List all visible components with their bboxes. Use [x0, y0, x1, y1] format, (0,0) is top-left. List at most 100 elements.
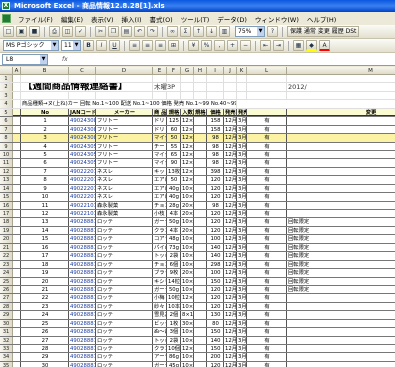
cell[interactable]: 1: [21, 117, 69, 125]
cell[interactable]: 3月14日: [237, 269, 247, 277]
cell[interactable]: 2個: [167, 311, 181, 319]
cell[interactable]: 120: [207, 193, 224, 201]
cell[interactable]: 12月: [224, 184, 237, 193]
cell[interactable]: 4902888134055: [69, 311, 96, 319]
cell[interactable]: 12×1: [181, 117, 194, 125]
cell[interactable]: 12月: [224, 336, 237, 344]
cell[interactable]: [13, 75, 21, 83]
cell[interactable]: 12月: [224, 142, 237, 150]
cell[interactable]: 回転限定: [287, 278, 395, 285]
cell[interactable]: 98: [207, 142, 224, 150]
cell[interactable]: [287, 311, 395, 318]
cell[interactable]: 40g: [167, 184, 181, 193]
cell[interactable]: 4902220168504: [69, 184, 96, 193]
cell[interactable]: [13, 150, 21, 159]
cell[interactable]: [194, 345, 207, 353]
cell[interactable]: [194, 159, 207, 167]
row-header[interactable]: 24: [0, 269, 13, 277]
cell[interactable]: [194, 294, 207, 302]
cell[interactable]: [287, 134, 395, 142]
cell[interactable]: [167, 75, 181, 83]
cell[interactable]: 3月14日: [237, 252, 247, 260]
cell[interactable]: 木曜3P: [153, 83, 181, 91]
italic-button[interactable]: I: [96, 40, 107, 51]
cell[interactable]: 100: [207, 269, 224, 277]
row-header[interactable]: 13: [0, 176, 13, 184]
cell[interactable]: 2袋: [167, 252, 181, 260]
cell[interactable]: 55: [167, 142, 181, 150]
cell[interactable]: [13, 336, 21, 344]
cell[interactable]: [194, 184, 207, 193]
cell[interactable]: 14粒: [167, 277, 181, 285]
cell[interactable]: 12月: [224, 252, 237, 260]
cell[interactable]: 158: [207, 117, 224, 125]
cell[interactable]: 12月: [224, 218, 237, 226]
cell[interactable]: 3月21日: [237, 319, 247, 328]
hyperlink-icon[interactable]: ∞: [167, 26, 178, 37]
cell[interactable]: 20×1: [181, 269, 194, 277]
cell[interactable]: [237, 75, 247, 83]
cell[interactable]: [287, 303, 395, 310]
menu-view[interactable]: 表示(V): [87, 14, 118, 24]
cell[interactable]: [287, 126, 395, 133]
cell[interactable]: [287, 168, 395, 175]
cell[interactable]: 10×12: [181, 193, 194, 201]
row-header[interactable]: 4: [0, 100, 13, 108]
merge-center-icon[interactable]: ⊞: [168, 40, 179, 51]
row-header[interactable]: 14: [0, 184, 13, 193]
cell[interactable]: フリトー: [96, 159, 153, 167]
cell[interactable]: 有: [247, 176, 287, 184]
cell[interactable]: 73g: [167, 243, 181, 252]
cell[interactable]: [247, 108, 287, 117]
cell[interactable]: 有: [247, 150, 287, 159]
zoom-select[interactable]: 75% ▼: [235, 26, 265, 37]
cell[interactable]: 有: [247, 361, 287, 367]
row-header[interactable]: 5: [0, 108, 13, 117]
cell[interactable]: 有: [247, 226, 287, 235]
cell[interactable]: 13枚: [167, 167, 181, 176]
cell[interactable]: [13, 193, 21, 201]
row-header[interactable]: 3: [0, 91, 13, 100]
row-header[interactable]: 11: [0, 159, 13, 167]
cell[interactable]: 2袋: [167, 336, 181, 344]
cell[interactable]: ブラックブラック ガム: [153, 269, 167, 277]
cell[interactable]: [287, 353, 395, 360]
align-left-icon[interactable]: ≡: [129, 40, 140, 51]
column-header-f[interactable]: F: [167, 67, 181, 75]
row-header[interactable]: 25: [0, 277, 13, 285]
cell[interactable]: クランキー ブロック: [153, 226, 167, 235]
cell[interactable]: [287, 159, 395, 166]
cell[interactable]: [194, 361, 207, 367]
cell[interactable]: 3月21日: [237, 328, 247, 336]
cell[interactable]: 4902430859017: [69, 134, 96, 142]
cell[interactable]: ロッテ: [96, 285, 153, 294]
column-header-h[interactable]: H: [194, 67, 207, 75]
cell[interactable]: [194, 285, 207, 294]
cell[interactable]: アーモンドチョコ: [153, 353, 167, 361]
cell[interactable]: 3: [21, 134, 69, 142]
cell[interactable]: 10×4: [181, 218, 194, 226]
row-header[interactable]: 8: [0, 134, 13, 142]
cell[interactable]: 有: [247, 345, 287, 353]
cell[interactable]: [181, 83, 194, 91]
cell[interactable]: 10×1: [181, 235, 194, 243]
cell[interactable]: 12月: [224, 345, 237, 353]
cell[interactable]: ロッテ: [96, 361, 153, 367]
menu-insert[interactable]: 挿入(I): [118, 14, 146, 24]
cell[interactable]: 商 品 名: [153, 108, 167, 117]
cell[interactable]: 20×1: [181, 226, 194, 235]
cell[interactable]: 回転限定: [287, 235, 395, 242]
cell[interactable]: 12月: [224, 361, 237, 367]
cell[interactable]: 4902888132055: [69, 294, 96, 302]
menu-edit[interactable]: 編集(E): [57, 14, 87, 24]
cell[interactable]: ロッテ: [96, 226, 153, 235]
cell[interactable]: [13, 277, 21, 285]
new-icon[interactable]: □: [3, 26, 14, 37]
cell[interactable]: 3月7日: [237, 176, 247, 184]
cell[interactable]: 有: [247, 353, 287, 361]
cell[interactable]: [13, 353, 21, 361]
cell[interactable]: [287, 185, 395, 192]
cell[interactable]: [287, 151, 395, 158]
cell[interactable]: キットカット ミニ オトナの甘さ: [153, 167, 167, 176]
cell[interactable]: 12月: [224, 285, 237, 294]
